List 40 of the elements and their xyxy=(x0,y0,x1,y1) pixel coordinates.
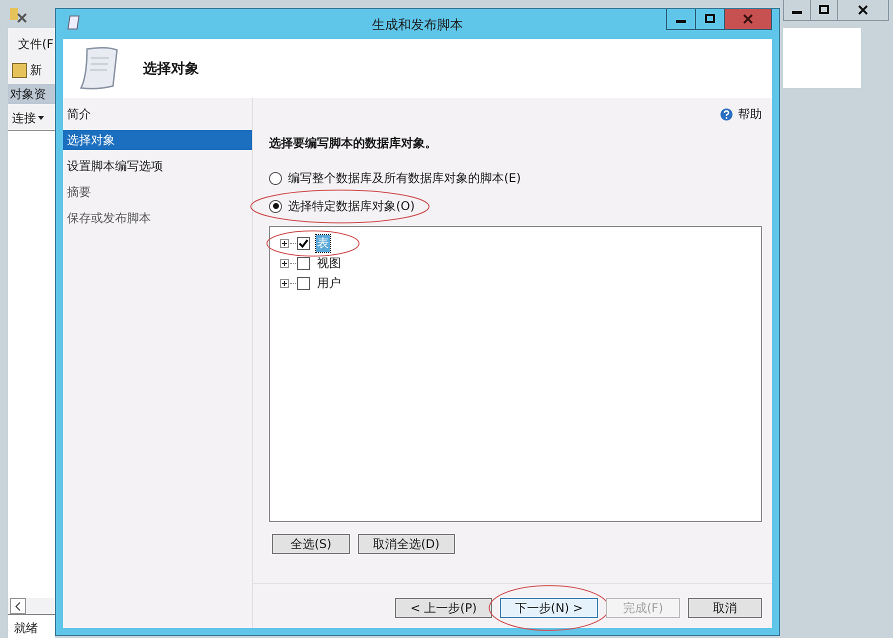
nav-item[interactable]: 选择对象 xyxy=(63,130,252,150)
menu-item[interactable]: 文件(F xyxy=(8,28,55,56)
help-link[interactable]: 帮助 xyxy=(738,106,762,123)
maximize-icon xyxy=(705,14,715,24)
wizard-button[interactable]: 取消 xyxy=(688,598,762,618)
expand-icon[interactable] xyxy=(280,258,289,268)
connect-button[interactable]: 连接 xyxy=(12,110,36,127)
help-icon[interactable] xyxy=(720,108,733,121)
checkbox[interactable] xyxy=(297,236,310,250)
select-button[interactable]: 全选(S) xyxy=(272,534,350,554)
toolbar-button[interactable]: 新 xyxy=(30,62,42,78)
chevron-left-icon xyxy=(15,602,21,610)
checkbox[interactable] xyxy=(297,276,310,290)
wizard-button[interactable]: 下一步(N) > xyxy=(500,598,598,618)
new-query-icon[interactable] xyxy=(12,62,27,78)
expand-icon[interactable] xyxy=(280,278,289,288)
tree-item[interactable]: 用户 xyxy=(316,274,342,292)
radio-button[interactable] xyxy=(269,172,282,184)
scroll-icon xyxy=(77,46,121,92)
radio-button[interactable] xyxy=(269,200,282,212)
status-text: 就绪 xyxy=(8,614,55,638)
scroll-icon xyxy=(67,15,81,31)
instruction-text: 选择要编写脚本的数据库对象。 xyxy=(269,135,438,152)
close-icon xyxy=(858,5,868,15)
page-heading: 选择对象 xyxy=(143,60,199,78)
close-icon xyxy=(743,14,753,24)
panel-title: 对象资 xyxy=(8,84,55,104)
expand-icon[interactable] xyxy=(280,238,289,248)
checkbox[interactable] xyxy=(297,256,310,270)
maximize-icon xyxy=(819,5,829,15)
select-button[interactable]: 取消全选(D) xyxy=(358,534,455,554)
nav-item[interactable]: 设置脚本编写选项 xyxy=(63,156,252,176)
caret-icon[interactable] xyxy=(38,116,44,120)
tree-item[interactable]: 视图 xyxy=(316,254,342,272)
wizard-button[interactable]: < 上一步(P) xyxy=(395,598,492,618)
radio-label[interactable]: 编写整个数据库及所有数据库对象的脚本(E) xyxy=(288,170,521,186)
window-title: 生成和发布脚本 xyxy=(372,17,463,34)
scroll-left-button[interactable] xyxy=(10,598,26,614)
server-icon xyxy=(8,6,28,24)
nav-item[interactable]: 简介 xyxy=(63,104,252,124)
